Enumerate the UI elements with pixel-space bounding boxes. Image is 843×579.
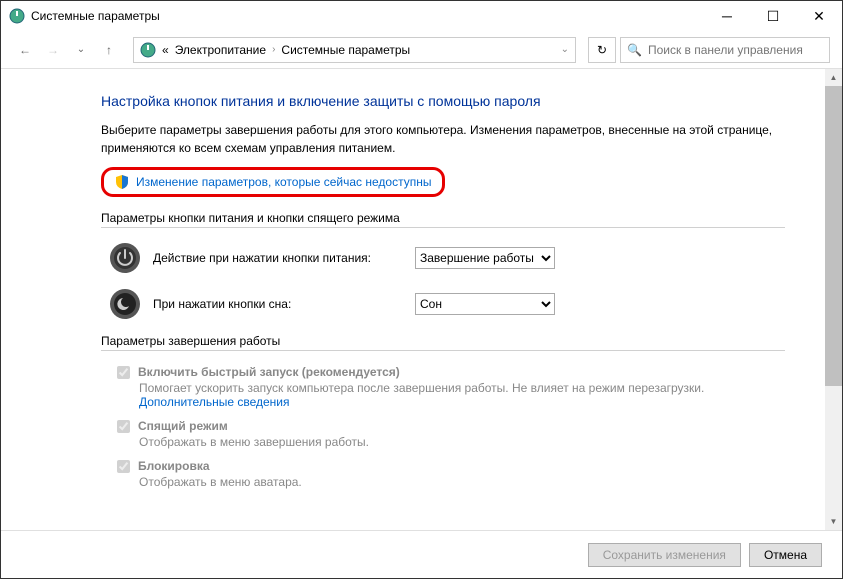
change-settings-link[interactable]: Изменение параметров, которые сейчас нед… [136,175,432,189]
power-options-icon [9,8,25,24]
scroll-up-icon[interactable]: ▲ [825,69,842,86]
more-info-link[interactable]: Дополнительные сведения [139,395,289,409]
section-header-shutdown: Параметры завершения работы [101,334,785,351]
shield-icon [114,174,130,190]
search-icon: 🔍 [627,43,642,57]
power-options-icon [140,42,156,58]
sleep-mode-label: Спящий режим [138,419,228,433]
sleep-button-select[interactable]: Сон [415,293,555,315]
maximize-button[interactable]: ☐ [750,1,796,31]
search-box[interactable]: 🔍 [620,37,830,63]
intro-text: Выберите параметры завершения работы для… [101,121,785,157]
save-button: Сохранить изменения [588,543,741,567]
window-title: Системные параметры [31,9,704,23]
scrollbar[interactable]: ▲ ▼ [825,69,842,530]
breadcrumb-prefix: « [162,43,169,57]
address-bar[interactable]: « Электропитание › Системные параметры ⌄ [133,37,576,63]
history-dropdown[interactable]: ⌄ [69,38,93,62]
back-button[interactable]: ← [13,38,37,62]
scroll-down-icon[interactable]: ▼ [825,513,842,530]
sleep-button-icon [109,288,141,320]
cancel-button[interactable]: Отмена [749,543,822,567]
sleep-mode-desc: Отображать в меню завершения работы. [101,435,785,449]
scrollbar-thumb[interactable] [825,86,842,386]
change-settings-link-highlighted[interactable]: Изменение параметров, которые сейчас нед… [101,167,445,197]
page-title: Настройка кнопок питания и включение защ… [101,93,785,109]
fastboot-label: Включить быстрый запуск (рекомендуется) [138,365,400,379]
power-button-select[interactable]: Завершение работы [415,247,555,269]
minimize-button[interactable]: ─ [704,1,750,31]
power-button-label: Действие при нажатии кнопки питания: [153,251,403,265]
lock-desc: Отображать в меню аватара. [101,475,785,489]
close-button[interactable]: ✕ [796,1,842,31]
sleep-button-label: При нажатии кнопки сна: [153,297,403,311]
chevron-right-icon: › [272,44,275,55]
fastboot-checkbox [117,366,130,379]
up-button[interactable]: ↑ [97,38,121,62]
search-input[interactable] [648,43,823,57]
power-button-icon [109,242,141,274]
section-header-buttons: Параметры кнопки питания и кнопки спящег… [101,211,785,228]
forward-button[interactable]: → [41,38,65,62]
address-dropdown-icon[interactable]: ⌄ [561,44,569,55]
sleep-checkbox [117,420,130,433]
breadcrumb-item[interactable]: Электропитание [175,43,266,57]
lock-label: Блокировка [138,459,210,473]
fastboot-desc: Помогает ускорить запуск компьютера посл… [101,381,785,409]
lock-checkbox [117,460,130,473]
refresh-button[interactable]: ↻ [588,37,616,63]
breadcrumb-item[interactable]: Системные параметры [281,43,410,57]
